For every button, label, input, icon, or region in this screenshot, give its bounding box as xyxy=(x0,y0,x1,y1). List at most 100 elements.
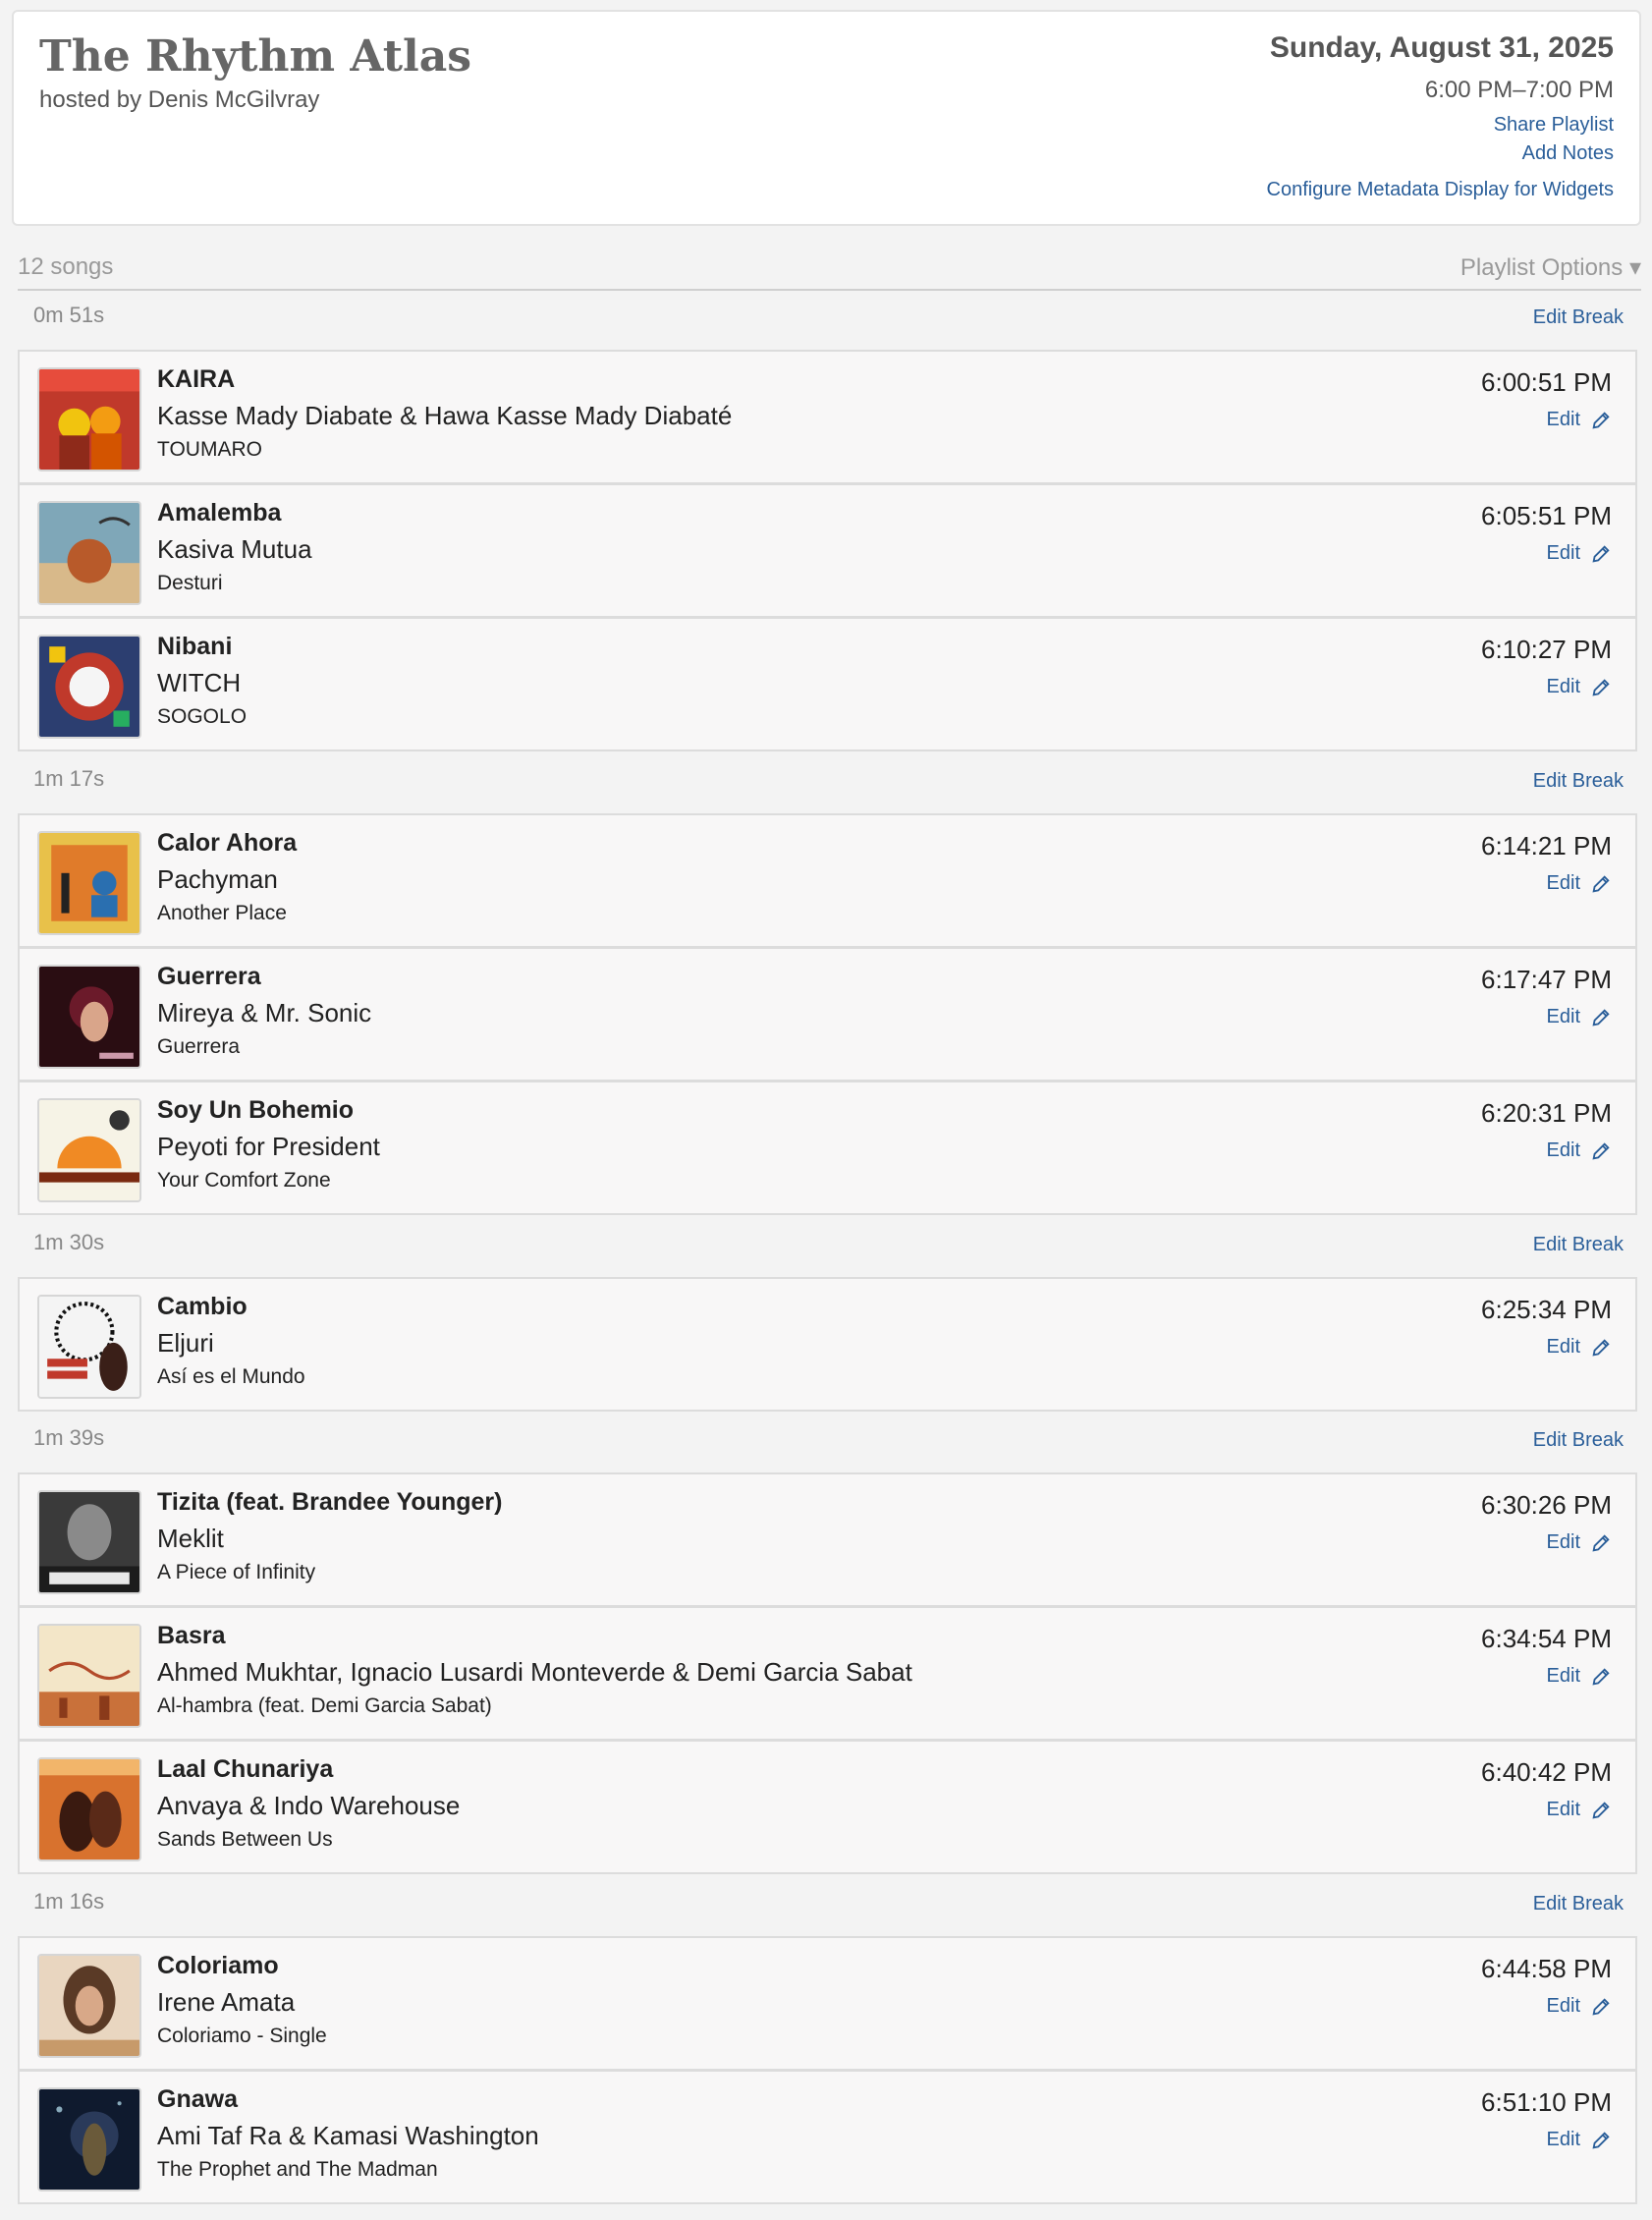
song-album: SOGOLO xyxy=(157,705,248,728)
song-time: 6:14:21 PM xyxy=(1481,831,1612,860)
edit-label: Edit xyxy=(1546,1799,1580,1820)
song-row[interactable]: Cambio Eljuri Así es el Mundo 6:25:34 PM… xyxy=(18,1277,1637,1412)
edit-break-button[interactable]: Edit Break xyxy=(1533,1429,1624,1452)
edit-song-button[interactable]: Edit xyxy=(1547,1006,1612,1028)
song-artist: Kasse Mady Diabate & Hawa Kasse Mady Dia… xyxy=(157,401,733,430)
break-duration: 1m 39s xyxy=(33,1425,105,1450)
song-row[interactable]: KAIRA Kasse Mady Diabate & Hawa Kasse Ma… xyxy=(18,350,1637,484)
song-time: 6:34:54 PM xyxy=(1481,1624,1612,1653)
song-album: Another Place xyxy=(157,902,287,924)
song-row[interactable]: Laal Chunariya Anvaya & Indo Warehouse S… xyxy=(18,1740,1637,1874)
song-artist: Anvaya & Indo Warehouse xyxy=(157,1791,461,1820)
song-title: Coloriamo xyxy=(157,1952,279,1979)
edit-label: Edit xyxy=(1546,872,1580,894)
album-art xyxy=(37,831,141,935)
song-album: Así es el Mundo xyxy=(157,1365,305,1388)
edit-song-button[interactable]: Edit xyxy=(1547,676,1612,698)
song-artist: Kasiva Mutua xyxy=(157,534,312,564)
album-art xyxy=(37,1490,141,1594)
pencil-icon xyxy=(1592,1667,1610,1686)
album-art xyxy=(37,1757,141,1861)
song-row[interactable]: Calor Ahora Pachyman Another Place 6:14:… xyxy=(18,813,1637,948)
album-art xyxy=(37,1098,141,1202)
edit-label: Edit xyxy=(1546,542,1580,564)
edit-label: Edit xyxy=(1546,1139,1580,1161)
song-title: Tizita (feat. Brandee Younger) xyxy=(157,1488,503,1516)
song-album: Al-hambra (feat. Demi Garcia Sabat) xyxy=(157,1694,492,1717)
pencil-icon xyxy=(1592,411,1610,429)
edit-song-button[interactable]: Edit xyxy=(1547,1139,1612,1162)
edit-break-button[interactable]: Edit Break xyxy=(1533,306,1624,329)
song-row[interactable]: Guerrera Mireya & Mr. Sonic Guerrera 6:1… xyxy=(18,947,1637,1082)
share-playlist-link[interactable]: Share Playlist xyxy=(1267,114,1614,137)
album-art xyxy=(37,367,141,472)
song-album: Coloriamo - Single xyxy=(157,2025,327,2047)
song-artist: Pachyman xyxy=(157,864,278,894)
song-row[interactable]: Nibani WITCH SOGOLO 6:10:27 PM Edit xyxy=(18,617,1637,751)
show-time: 6:00 PM–7:00 PM xyxy=(1424,77,1614,103)
song-title: Guerrera xyxy=(157,963,261,990)
song-time: 6:05:51 PM xyxy=(1481,501,1612,530)
song-row[interactable]: Basra Ahmed Mukhtar, Ignacio Lusardi Mon… xyxy=(18,1606,1637,1741)
break-row: 1m 39s Edit Break xyxy=(18,1414,1641,1471)
song-title: Soy Un Bohemio xyxy=(157,1096,355,1124)
song-row[interactable]: Amalemba Kasiva Mutua Desturi 6:05:51 PM… xyxy=(18,483,1637,618)
song-time: 6:00:51 PM xyxy=(1481,367,1612,397)
song-album: Desturi xyxy=(157,572,223,594)
playlist-options-dropdown[interactable]: Playlist Options ▾ xyxy=(1460,253,1641,282)
pencil-icon xyxy=(1592,1141,1610,1160)
edit-break-button[interactable]: Edit Break xyxy=(1533,1234,1624,1256)
album-art xyxy=(37,501,141,605)
song-title: Gnawa xyxy=(157,2085,238,2113)
song-artist: Eljuri xyxy=(157,1328,214,1358)
song-row[interactable]: Soy Un Bohemio Peyoti for President Your… xyxy=(18,1081,1637,1215)
song-time: 6:40:42 PM xyxy=(1481,1757,1612,1787)
edit-song-button[interactable]: Edit xyxy=(1547,1665,1612,1688)
show-title: The Rhythm Atlas xyxy=(39,31,472,82)
edit-song-button[interactable]: Edit xyxy=(1547,1799,1612,1821)
album-art xyxy=(37,635,141,739)
edit-song-button[interactable]: Edit xyxy=(1547,872,1612,895)
song-artist: Ahmed Mukhtar, Ignacio Lusardi Monteverd… xyxy=(157,1657,912,1687)
edit-song-button[interactable]: Edit xyxy=(1547,1336,1612,1359)
song-time: 6:20:31 PM xyxy=(1481,1098,1612,1128)
song-row[interactable]: Coloriamo Irene Amata Coloriamo - Single… xyxy=(18,1936,1637,2071)
pencil-icon xyxy=(1592,1338,1610,1357)
edit-label: Edit xyxy=(1546,676,1580,697)
configure-metadata-link[interactable]: Configure Metadata Display for Widgets xyxy=(1267,179,1615,201)
add-notes-link[interactable]: Add Notes xyxy=(1267,142,1614,165)
album-art xyxy=(37,1954,141,2058)
pencil-icon xyxy=(1592,1533,1610,1552)
song-count: 12 songs xyxy=(18,253,114,280)
break-duration: 0m 51s xyxy=(33,303,105,327)
album-art xyxy=(37,965,141,1069)
song-row[interactable]: Tizita (feat. Brandee Younger) Meklit A … xyxy=(18,1472,1637,1607)
break-duration: 1m 17s xyxy=(33,766,105,791)
song-row[interactable]: Gnawa Ami Taf Ra & Kamasi Washington The… xyxy=(18,2070,1637,2204)
pencil-icon xyxy=(1592,2131,1610,2149)
song-artist: Meklit xyxy=(157,1524,224,1553)
edit-song-button[interactable]: Edit xyxy=(1547,1531,1612,1554)
break-row: 0m 51s Edit Break xyxy=(18,291,1641,348)
song-artist: Ami Taf Ra & Kamasi Washington xyxy=(157,2121,539,2150)
edit-song-button[interactable]: Edit xyxy=(1547,1995,1612,2018)
edit-song-button[interactable]: Edit xyxy=(1547,2129,1612,2151)
song-title: Basra xyxy=(157,1622,226,1649)
pencil-icon xyxy=(1592,874,1610,893)
show-schedule: Sunday, August 31, 2025 6:00 PM–7:00 PM … xyxy=(1267,31,1615,201)
song-artist: Irene Amata xyxy=(157,1987,296,2017)
break-duration: 1m 16s xyxy=(33,1889,105,1914)
pencil-icon xyxy=(1592,544,1610,563)
edit-break-button[interactable]: Edit Break xyxy=(1533,1893,1624,1915)
edit-song-button[interactable]: Edit xyxy=(1547,542,1612,565)
song-time: 6:17:47 PM xyxy=(1481,965,1612,994)
edit-break-button[interactable]: Edit Break xyxy=(1533,770,1624,793)
song-album: TOUMARO xyxy=(157,438,262,461)
song-artist: Peyoti for President xyxy=(157,1132,380,1161)
edit-song-button[interactable]: Edit xyxy=(1547,409,1612,431)
show-date: Sunday, August 31, 2025 xyxy=(1269,31,1614,64)
edit-label: Edit xyxy=(1546,1995,1580,2017)
song-title: KAIRA xyxy=(157,365,236,393)
edit-label: Edit xyxy=(1546,2129,1580,2150)
album-art xyxy=(37,1295,141,1399)
